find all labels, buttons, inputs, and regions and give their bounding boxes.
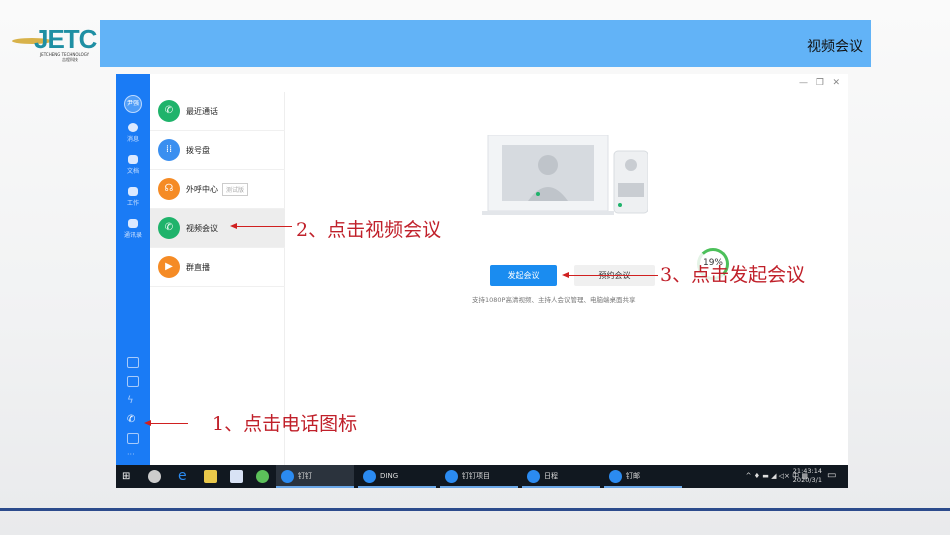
list-item-call-center[interactable]: ☊ 外呼中心 测试版 <box>150 170 285 209</box>
live-tv-icon: ▶ <box>158 256 180 278</box>
folder-icon <box>128 155 138 164</box>
sidebar-item-work[interactable]: 工作 <box>116 187 150 207</box>
todo-icon[interactable] <box>127 376 139 387</box>
list-item-group-live[interactable]: ▶ 群直播 <box>150 248 285 287</box>
close-button[interactable]: ✕ <box>832 78 840 88</box>
annotation-step-1: 1、点击电话图标 <box>212 413 358 435</box>
sidebar-item-contacts[interactable]: 通讯录 <box>116 219 150 239</box>
list-label: 外呼中心 <box>186 184 218 194</box>
clock-date: 2020/3/1 <box>792 476 822 484</box>
sidebar-item-docs[interactable]: 文档 <box>116 155 150 175</box>
restore-button[interactable]: ❐ <box>816 78 824 88</box>
annotation-arrow-3 <box>562 272 658 278</box>
sidebar: 尹强 消息 文档 工作 通讯录 ϟ ✆ ··· <box>116 74 150 465</box>
dialpad-icon: ⁞⁞ <box>158 139 180 161</box>
annotation-arrow-1 <box>144 420 188 426</box>
feature-description: 支持1080P高清视频、主持人会议管理、电脑端桌面共享 <box>472 296 636 304</box>
list-label: 拨号盘 <box>186 145 210 155</box>
notification-icon[interactable]: ▭ <box>827 470 840 483</box>
edge-icon[interactable]: e <box>178 469 191 483</box>
windows-start-icon[interactable]: ⊞ <box>122 470 135 483</box>
sidebar-item-messages[interactable]: 消息 <box>116 123 150 143</box>
more-icon[interactable]: ··· <box>127 450 139 461</box>
list-item-recent-calls[interactable]: ✆ 最近通话 <box>150 92 285 131</box>
taskbar-app-ding[interactable]: DING <box>358 465 436 488</box>
calendar-icon[interactable] <box>127 357 139 368</box>
list-label: 群直播 <box>186 262 210 272</box>
minimize-button[interactable]: — <box>799 78 808 88</box>
taskbar-app-projects[interactable]: 钉钉项目 <box>440 465 518 488</box>
logo-cn: 吉程科技 <box>62 57 78 62</box>
annotation-step-3: 3、点击发起会议 <box>660 264 806 286</box>
list-item-video-meeting[interactable]: ✆ 视频会议 <box>150 209 285 248</box>
phone-icon: ✆ <box>158 100 180 122</box>
green-app-icon[interactable] <box>256 470 269 483</box>
annotation-step-2: 2、点击视频会议 <box>296 219 442 241</box>
file-explorer-icon[interactable] <box>204 470 217 483</box>
phone-icon[interactable]: ✆ <box>127 414 139 425</box>
avatar[interactable]: 尹强 <box>124 95 142 113</box>
jetc-logo: JETC JETCHENG TECHNOLOGY 吉程科技 <box>12 24 97 64</box>
fan-app-icon[interactable] <box>148 470 161 483</box>
start-meeting-button[interactable]: 发起会议 <box>490 265 557 286</box>
apps-grid-icon <box>128 187 138 196</box>
sidebar-label: 工作 <box>126 200 139 207</box>
mail-icon[interactable] <box>127 433 139 444</box>
annotation-arrow-2 <box>230 223 292 229</box>
headset-icon: ☊ <box>158 178 180 200</box>
windows-taskbar: ⊞ e 钉钉 DING 钉钉项目 日程 钉邮 ^ ♦ ▬ ◢ ◁× 中 ▦ 21… <box>116 465 848 488</box>
clock[interactable]: 21:43:14 2020/3/1 <box>793 467 822 485</box>
taskbar-app-calendar[interactable]: 日程 <box>522 465 600 488</box>
chat-icon <box>128 123 138 132</box>
sidebar-label: 通讯录 <box>123 232 142 239</box>
feishu-icon[interactable] <box>230 470 243 483</box>
footer-divider <box>0 508 950 511</box>
video-meeting-illustration <box>482 135 648 215</box>
list-label: 最近通话 <box>186 106 218 116</box>
contacts-icon <box>128 219 138 228</box>
ding-icon[interactable]: ϟ <box>127 395 139 406</box>
taskbar-app-mail[interactable]: 钉邮 <box>604 465 682 488</box>
list-label: 视频会议 <box>186 223 218 233</box>
taskbar-app-dingtalk[interactable]: 钉钉 <box>276 465 354 488</box>
beta-tag: 测试版 <box>222 182 249 196</box>
slide-header: 视频会议 <box>100 20 871 67</box>
list-item-dialpad[interactable]: ⁞⁞ 拨号盘 <box>150 131 285 170</box>
sidebar-label: 文档 <box>126 168 139 175</box>
video-call-icon: ✆ <box>158 217 180 239</box>
logo-text: JETC <box>34 24 97 54</box>
clock-time: 21:43:14 <box>792 467 822 475</box>
sidebar-label: 消息 <box>126 136 139 143</box>
slide-title: 视频会议 <box>807 39 863 55</box>
